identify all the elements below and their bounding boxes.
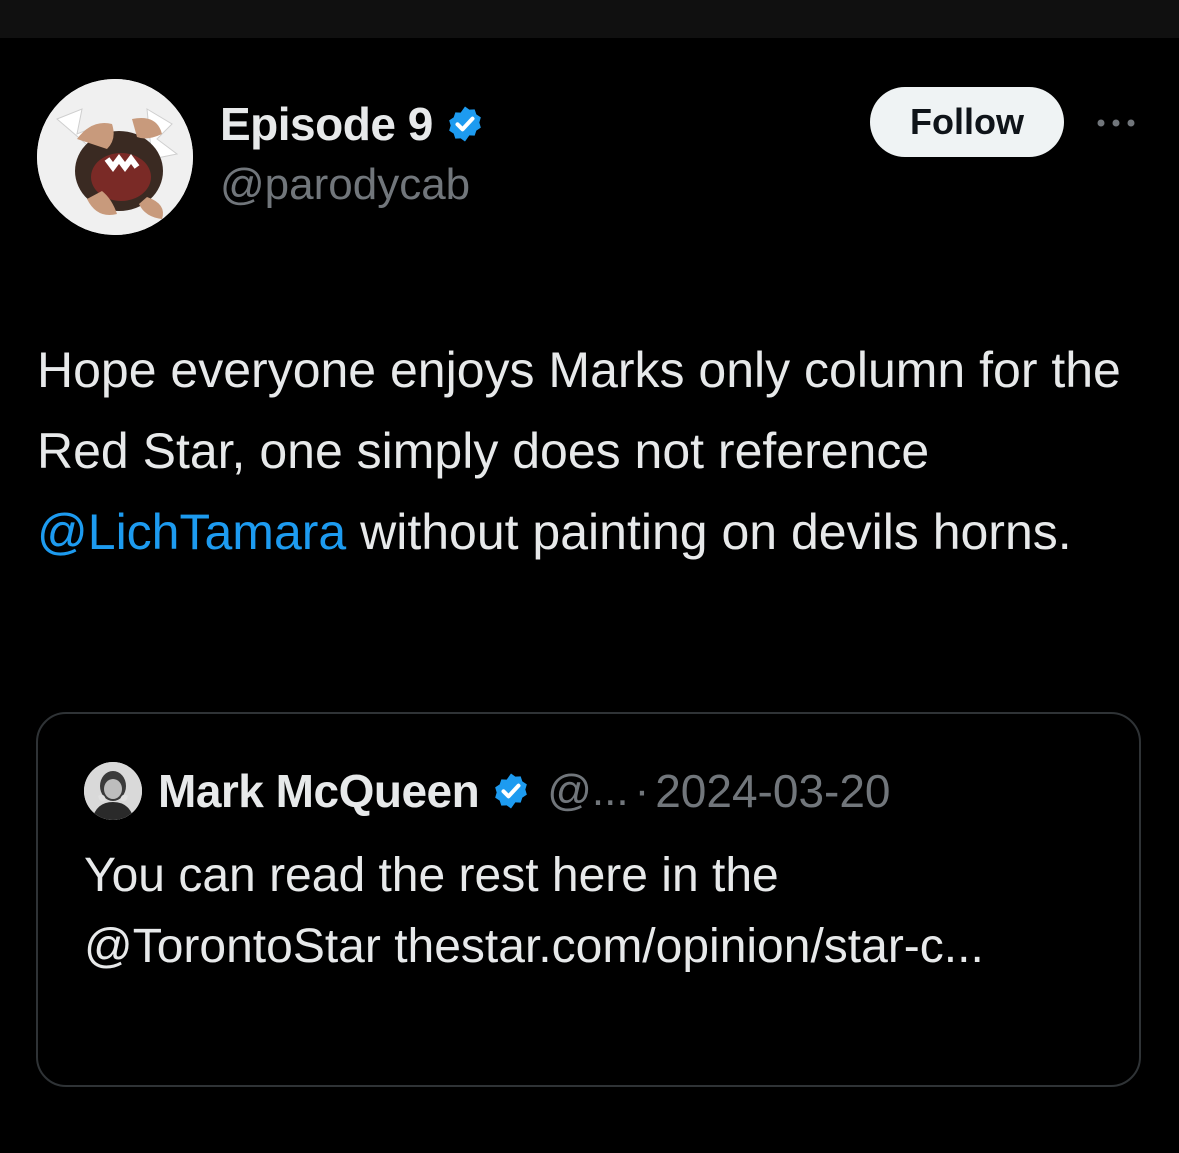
author-handle[interactable]: @parodycab — [220, 160, 470, 210]
more-horizontal-icon[interactable] — [1093, 108, 1139, 138]
avatar-image — [37, 79, 193, 235]
separator-dot: · — [634, 766, 650, 815]
verified-badge-icon — [495, 773, 528, 809]
verified-badge-icon — [448, 106, 481, 142]
quoted-tweet-text: You can read the rest here in the @Toron… — [84, 849, 984, 973]
author-avatar[interactable] — [37, 79, 193, 235]
tweet-text-after: without painting on devils horns. — [346, 504, 1072, 560]
mention-link[interactable]: @LichTamara — [37, 504, 346, 560]
author-display-name[interactable]: Episode 9 — [220, 97, 433, 151]
author-name-row: Episode 9 — [220, 94, 485, 154]
quoted-author-handle[interactable]: @... — [547, 766, 628, 816]
quoted-tweet-card[interactable]: Mark McQueen @... · 2024-03-20 You can r… — [36, 712, 1141, 1087]
follow-button[interactable]: Follow — [870, 87, 1064, 157]
quoted-tweet-header: Mark McQueen @... · 2024-03-20 — [84, 758, 891, 824]
status-bar-strip — [0, 0, 1179, 38]
tweet-text: Hope everyone enjoys Marks only column f… — [37, 330, 1147, 573]
quoted-avatar-image — [84, 762, 142, 820]
quoted-author-name[interactable]: Mark McQueen — [158, 764, 480, 818]
quoted-author-avatar[interactable] — [84, 762, 142, 820]
tweet-text-before: Hope everyone enjoys Marks only column f… — [37, 342, 1121, 479]
quoted-tweet-date[interactable]: 2024-03-20 — [655, 764, 890, 818]
